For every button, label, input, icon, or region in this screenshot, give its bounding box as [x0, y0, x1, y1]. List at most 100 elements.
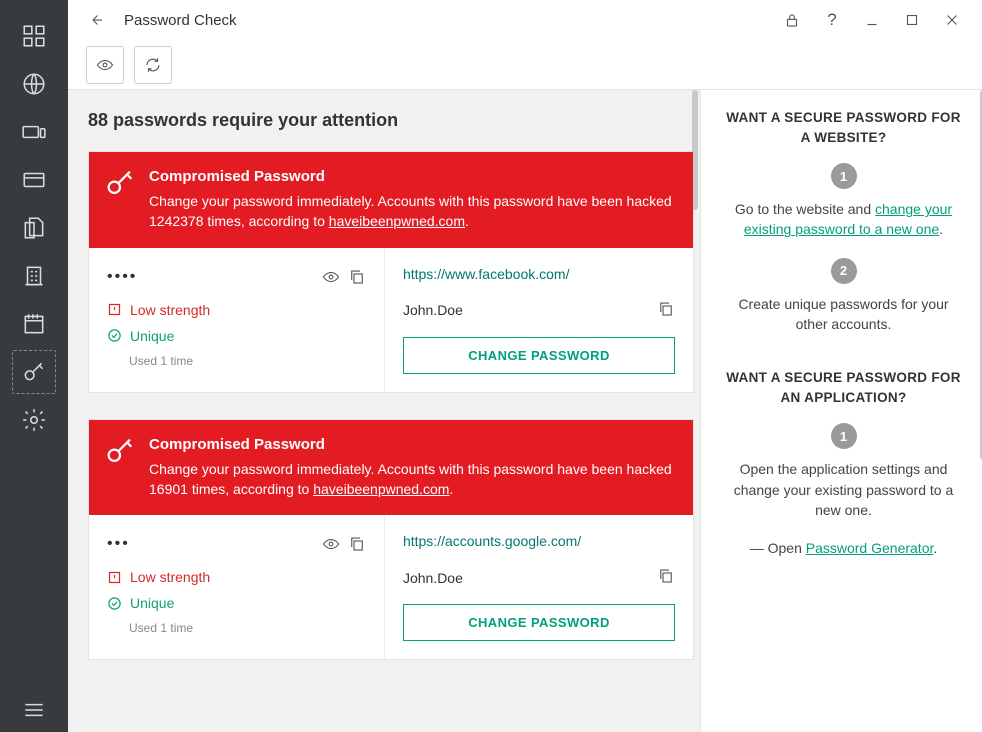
- account-username: John.Doe: [403, 302, 463, 318]
- tips-pane[interactable]: WANT A SECURE PASSWORD FOR A WEBSITE? 1 …: [700, 90, 982, 732]
- usage-count: Used 1 time: [129, 354, 193, 368]
- sidebar-password-check[interactable]: [12, 350, 56, 394]
- help-button[interactable]: ?: [812, 0, 852, 40]
- alert-icon: [107, 570, 122, 585]
- card-description: Change your password immediately. Accoun…: [149, 459, 673, 500]
- minimize-icon: [863, 11, 881, 29]
- globe-icon: [21, 71, 47, 97]
- lock-button[interactable]: [772, 0, 812, 40]
- arrow-left-icon: [87, 11, 105, 29]
- refresh-button[interactable]: [134, 46, 172, 84]
- card-right-column: https://accounts.google.com/ John.Doe CH…: [385, 515, 693, 659]
- sidebar-globe[interactable]: [12, 62, 56, 106]
- card-body: ••• Low strength Unique: [89, 515, 693, 659]
- lock-icon: [783, 11, 801, 29]
- sidebar-settings[interactable]: [12, 398, 56, 442]
- alert-icon: [107, 302, 122, 317]
- card-body: •••• Low strength Unique: [89, 248, 693, 392]
- change-password-button[interactable]: CHANGE PASSWORD: [403, 604, 675, 641]
- unique-indicator: Unique: [107, 328, 366, 344]
- eye-icon: [322, 535, 340, 553]
- password-list-pane[interactable]: 88 passwords require your attention Comp…: [68, 90, 700, 732]
- close-button[interactable]: [932, 0, 972, 40]
- sidebar-devices[interactable]: [12, 110, 56, 154]
- documents-icon: [21, 215, 47, 241]
- password-masked: •••: [107, 535, 130, 553]
- card-left-column: ••• Low strength Unique: [89, 515, 385, 659]
- account-username: John.Doe: [403, 570, 463, 586]
- card-title: Compromised Password: [149, 168, 673, 185]
- reveal-password-button[interactable]: [322, 535, 340, 553]
- step-badge-1: 1: [831, 423, 857, 449]
- sidebar-documents[interactable]: [12, 206, 56, 250]
- tip-title: WANT A SECURE PASSWORD FOR A WEBSITE?: [723, 108, 964, 147]
- copy-icon: [657, 300, 675, 318]
- titlebar: Password Check ?: [68, 0, 982, 40]
- tip-website: WANT A SECURE PASSWORD FOR A WEBSITE? 1 …: [723, 108, 964, 334]
- maximize-icon: [903, 11, 921, 29]
- tip-step-text: Create unique passwords for your other a…: [723, 294, 964, 335]
- devices-icon: [21, 119, 47, 145]
- content-row: 88 passwords require your attention Comp…: [68, 90, 982, 732]
- unique-indicator: Unique: [107, 595, 366, 611]
- key-warning-icon: [103, 166, 137, 203]
- refresh-icon: [144, 56, 162, 74]
- change-password-button[interactable]: CHANGE PASSWORD: [403, 337, 675, 374]
- key-icon: [21, 359, 47, 385]
- usage-count: Used 1 time: [129, 621, 193, 635]
- toolbar: [68, 40, 982, 90]
- step-badge-2: 2: [831, 258, 857, 284]
- hamburger-icon: [21, 697, 47, 723]
- card-description: Change your password immediately. Accoun…: [149, 191, 673, 232]
- eye-icon: [322, 268, 340, 286]
- grid-icon: [21, 23, 47, 49]
- check-circle-icon: [107, 596, 122, 611]
- copy-username-button[interactable]: [657, 567, 675, 588]
- card-icon: [21, 167, 47, 193]
- sidebar: [0, 0, 68, 732]
- copy-icon: [348, 268, 366, 286]
- reveal-password-button[interactable]: [322, 268, 340, 286]
- gear-icon: [21, 407, 47, 433]
- sidebar-menu[interactable]: [12, 688, 56, 732]
- close-icon: [943, 11, 961, 29]
- key-warning-icon: [103, 434, 137, 471]
- back-button[interactable]: [78, 11, 114, 29]
- password-card: Compromised Password Change your passwor…: [88, 419, 694, 661]
- sidebar-cards[interactable]: [12, 158, 56, 202]
- card-header: Compromised Password Change your passwor…: [89, 420, 693, 516]
- tip-application: WANT A SECURE PASSWORD FOR AN APPLICATIO…: [723, 368, 964, 558]
- page-title: Password Check: [124, 12, 237, 29]
- step-badge-1: 1: [831, 163, 857, 189]
- minimize-button[interactable]: [852, 0, 892, 40]
- check-circle-icon: [107, 328, 122, 343]
- eye-icon: [96, 56, 114, 74]
- building-icon: [21, 263, 47, 289]
- card-title: Compromised Password: [149, 436, 673, 453]
- sidebar-dashboard[interactable]: [12, 14, 56, 58]
- copy-password-button[interactable]: [348, 268, 366, 286]
- card-header: Compromised Password Change your passwor…: [89, 152, 693, 248]
- sidebar-notes[interactable]: [12, 302, 56, 346]
- maximize-button[interactable]: [892, 0, 932, 40]
- question-icon: ?: [827, 10, 836, 30]
- tip-step-text: Go to the website and change your existi…: [723, 199, 964, 240]
- strength-indicator: Low strength: [107, 569, 366, 585]
- toggle-visibility-button[interactable]: [86, 46, 124, 84]
- password-generator-link[interactable]: Password Generator: [806, 540, 934, 556]
- account-url[interactable]: https://www.facebook.com/: [403, 266, 675, 282]
- sidebar-building[interactable]: [12, 254, 56, 298]
- haveibeenpwned-link[interactable]: haveibeenpwned.com: [313, 481, 449, 497]
- strength-indicator: Low strength: [107, 302, 366, 318]
- copy-username-button[interactable]: [657, 300, 675, 321]
- tip-open-generator: — Open Password Generator.: [723, 538, 964, 558]
- password-card: Compromised Password Change your passwor…: [88, 151, 694, 393]
- account-url[interactable]: https://accounts.google.com/: [403, 533, 675, 549]
- card-left-column: •••• Low strength Unique: [89, 248, 385, 392]
- password-masked: ••••: [107, 268, 137, 286]
- tip-step-text: Open the application settings and change…: [723, 459, 964, 520]
- haveibeenpwned-link[interactable]: haveibeenpwned.com: [329, 213, 465, 229]
- copy-password-button[interactable]: [348, 535, 366, 553]
- tip-title: WANT A SECURE PASSWORD FOR AN APPLICATIO…: [723, 368, 964, 407]
- card-right-column: https://www.facebook.com/ John.Doe CHANG…: [385, 248, 693, 392]
